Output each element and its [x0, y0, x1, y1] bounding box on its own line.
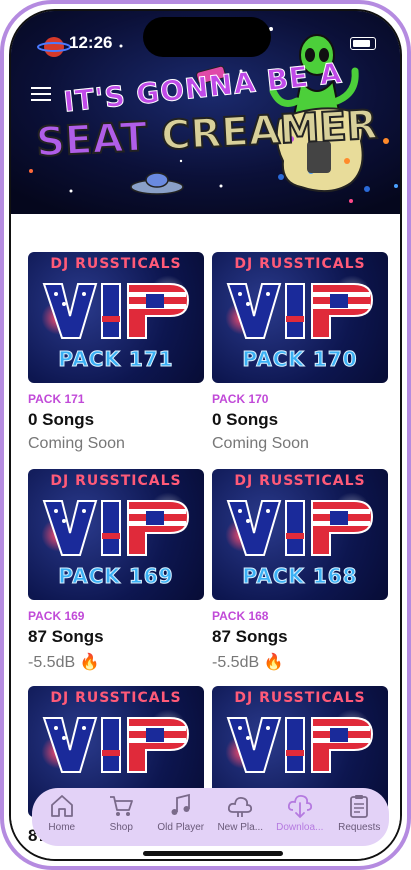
- song-count: 0 Songs: [28, 410, 95, 429]
- tab-label: New Pla...: [217, 822, 264, 833]
- thumb-title: PACK 168: [242, 564, 358, 589]
- pack-status: -5.5dB 🔥: [28, 654, 100, 671]
- thumb-title: PACK 169: [58, 564, 174, 589]
- pack-thumbnail: DJ RUSSTICALS PACK 168: [212, 469, 388, 600]
- thumb-brand: DJ RUSSTICALS: [234, 256, 366, 272]
- hamburger-menu-icon[interactable]: [31, 87, 51, 103]
- pack-label: PACK 170: [212, 392, 269, 406]
- home-indicator: [143, 851, 283, 856]
- vip-flag-graphic: [226, 717, 374, 773]
- banner-word-seat: SEAT: [34, 113, 150, 167]
- thumb-title: PACK 171: [58, 347, 174, 372]
- thumb-title: PACK 170: [242, 347, 358, 372]
- cloud-icon: [228, 796, 253, 817]
- pack-label: PACK 168: [212, 609, 269, 623]
- tab-label: Old Player: [157, 822, 205, 833]
- battery-icon: [350, 37, 376, 50]
- tab-downloa[interactable]: Downloa...: [271, 792, 329, 833]
- screen: 12:26 IT'S GONNA BE A SEAT CREAMER DJ RU…: [9, 9, 402, 861]
- song-count: 0 Songs: [212, 410, 279, 429]
- download-cloud-icon: [287, 794, 312, 819]
- tab-label: Downloa...: [276, 822, 324, 833]
- pack-label: PACK 169: [28, 609, 85, 623]
- tab-new-pla[interactable]: New Pla...: [211, 792, 269, 833]
- tab-shop[interactable]: Shop: [92, 792, 150, 833]
- tab-label: Home: [48, 822, 76, 833]
- vip-flag-graphic: [226, 283, 374, 339]
- phone-frame: 12:26 IT'S GONNA BE A SEAT CREAMER DJ RU…: [0, 0, 411, 870]
- pack-label: PACK 171: [28, 392, 85, 406]
- tab-requests[interactable]: Requests: [330, 792, 388, 833]
- thumb-brand: DJ RUSSTICALS: [50, 256, 182, 272]
- music-notes-icon: [171, 793, 190, 815]
- vip-flag-graphic: [226, 500, 374, 556]
- pack-thumbnail: DJ RUSSTICALS PACK 171: [28, 252, 204, 383]
- pack-status: -5.5dB 🔥: [212, 654, 284, 671]
- status-time: 12:26: [69, 33, 113, 52]
- pack-card[interactable]: DJ RUSSTICALS PACK 169 PACK 169 87 Songs…: [28, 469, 204, 686]
- clipboard-icon: [350, 795, 369, 818]
- home-icon: [50, 795, 73, 817]
- pack-card[interactable]: DJ RUSSTICALS PACK 170 PACK 170 0 Songs …: [212, 252, 388, 469]
- tab-label: Requests: [338, 822, 381, 833]
- thumb-brand: DJ RUSSTICALS: [234, 690, 366, 706]
- vip-flag-graphic: [42, 500, 190, 556]
- pack-status: Coming Soon: [212, 435, 309, 452]
- pack-card[interactable]: DJ RUSSTICALS PACK 168 PACK 168 87 Songs…: [212, 469, 388, 686]
- thumb-brand: DJ RUSSTICALS: [50, 473, 182, 489]
- tab-label: Shop: [109, 822, 133, 833]
- tab-old-player[interactable]: Old Player: [152, 792, 210, 833]
- pack-thumbnail: DJ RUSSTICALS PACK 169: [28, 469, 204, 600]
- song-count: 87 Songs: [212, 627, 288, 646]
- song-count: 87 Songs: [28, 627, 104, 646]
- header-banner: 12:26 IT'S GONNA BE A SEAT CREAMER: [11, 11, 400, 214]
- tab-home[interactable]: Home: [33, 792, 91, 833]
- pack-thumbnail: DJ RUSSTICALS PACK 170: [212, 252, 388, 383]
- pack-grid: DJ RUSSTICALS PACK 171 PACK 171 0 Songs …: [28, 252, 394, 859]
- packs-content: DJ RUSSTICALS PACK 171 PACK 171 0 Songs …: [11, 214, 400, 859]
- vip-flag-graphic: [42, 283, 190, 339]
- bottom-tab-bar: Home Shop Old Player New Pla... Downloa.…: [32, 788, 389, 846]
- pack-status: Coming Soon: [28, 435, 125, 452]
- vip-flag-graphic: [42, 717, 190, 773]
- thumb-brand: DJ RUSSTICALS: [234, 473, 366, 489]
- cart-icon: [110, 796, 134, 816]
- thumb-brand: DJ RUSSTICALS: [50, 690, 182, 706]
- camera-notch: [143, 17, 271, 57]
- pack-card[interactable]: DJ RUSSTICALS PACK 171 PACK 171 0 Songs …: [28, 252, 204, 469]
